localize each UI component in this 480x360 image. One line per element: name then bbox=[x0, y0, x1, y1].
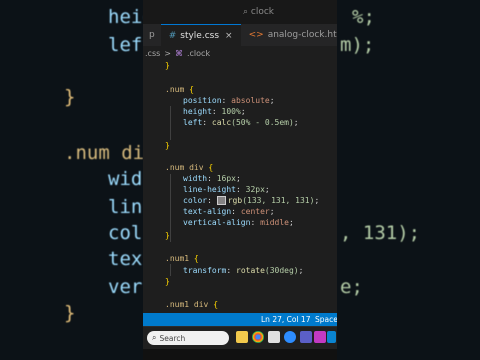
title-bar: ⌕ clock bbox=[143, 0, 337, 24]
code-line: color: rgb(133, 131, 131); bbox=[183, 196, 320, 205]
taskbar-search[interactable]: ⌕ Search bbox=[147, 331, 229, 345]
zoom-icon[interactable] bbox=[284, 331, 296, 343]
bg-line-9-value: e; bbox=[340, 276, 363, 298]
color-swatch[interactable] bbox=[216, 196, 226, 205]
code-line: line-height: 32px; bbox=[183, 185, 270, 194]
code-line: .num { bbox=[165, 85, 194, 94]
indent-guide bbox=[170, 106, 171, 140]
file-explorer-icon[interactable] bbox=[236, 331, 248, 343]
code-line: } bbox=[165, 61, 170, 70]
code-line: left: calc(50% - 0.5em); bbox=[183, 118, 299, 127]
code-line: .num1 div { bbox=[165, 300, 219, 309]
bg-line-10: } bbox=[64, 302, 76, 324]
bg-line-8: tex bbox=[108, 248, 143, 270]
breadcrumb-separator: > bbox=[164, 48, 171, 58]
code-line: position: absolute; bbox=[183, 96, 275, 105]
code-line: transform: rotate(30deg); bbox=[183, 266, 304, 275]
code-line: .num1 { bbox=[165, 254, 199, 263]
tab-style-css[interactable]: # style.css × bbox=[160, 24, 241, 47]
bg-line-1-value: %; bbox=[352, 6, 375, 28]
search-icon: ⌕ bbox=[152, 333, 157, 342]
tab-style-css-label: style.css bbox=[180, 31, 220, 41]
breadcrumb-file[interactable]: .css bbox=[145, 49, 160, 58]
code-line: height: 100%; bbox=[183, 107, 246, 116]
bg-line-2-value: m); bbox=[340, 34, 375, 56]
taskbar-search-label: Search bbox=[159, 333, 186, 343]
code-line: } bbox=[165, 141, 170, 150]
code-line: } bbox=[165, 231, 170, 240]
code-line: vertical-align: middle; bbox=[183, 218, 294, 227]
code-line: width: 16px; bbox=[183, 174, 241, 183]
indent-guide bbox=[170, 264, 171, 276]
bg-line-6: lin bbox=[108, 196, 143, 218]
status-bar: Ln 27, Col 17 Space bbox=[143, 313, 337, 326]
command-center-label: clock bbox=[250, 7, 275, 17]
html-file-icon: <> bbox=[248, 30, 264, 40]
tab-previous-label: p bbox=[149, 30, 155, 40]
bg-line-9: ver bbox=[108, 276, 143, 298]
breadcrumb-symbol[interactable]: .clock bbox=[187, 49, 210, 58]
vscode-icon[interactable] bbox=[327, 331, 336, 343]
app-icon[interactable] bbox=[314, 331, 326, 343]
bg-line-3: } bbox=[64, 86, 76, 108]
code-line: text-align: center; bbox=[183, 207, 275, 216]
indentation-status[interactable]: Space bbox=[315, 315, 337, 324]
bg-line-7-value: , 131); bbox=[340, 222, 421, 244]
breadcrumb: .css > ⌘ .clock bbox=[143, 46, 337, 60]
close-icon[interactable]: × bbox=[225, 31, 233, 41]
editor-window: ⌕ clock p # style.css × <> analog-clock.… bbox=[143, 0, 337, 360]
code-line: } bbox=[165, 277, 170, 286]
teams-icon[interactable] bbox=[300, 331, 312, 343]
cursor-position[interactable]: Ln 27, Col 17 bbox=[261, 315, 310, 324]
symbol-icon: ⌘ bbox=[174, 48, 183, 58]
bg-line-5: wid bbox=[108, 168, 143, 190]
tab-previous[interactable]: p bbox=[143, 24, 161, 46]
bottom-edge bbox=[143, 349, 337, 360]
taskbar: ⌕ Search bbox=[143, 326, 337, 349]
code-line: .num div { bbox=[165, 163, 214, 172]
edge-icon[interactable] bbox=[268, 331, 280, 343]
bg-line-4: .num di bbox=[64, 142, 145, 164]
tab-analog-clock-html[interactable]: <> analog-clock.html bbox=[241, 24, 337, 46]
editor-tabs: p # style.css × <> analog-clock.html bbox=[143, 24, 337, 47]
command-center[interactable]: ⌕ clock bbox=[243, 7, 274, 17]
tab-analog-clock-label: analog-clock.html bbox=[267, 30, 337, 40]
css-file-icon: # bbox=[168, 31, 177, 41]
chrome-icon[interactable] bbox=[252, 331, 264, 343]
indent-guide bbox=[170, 174, 171, 242]
bg-line-7: col bbox=[108, 222, 143, 244]
